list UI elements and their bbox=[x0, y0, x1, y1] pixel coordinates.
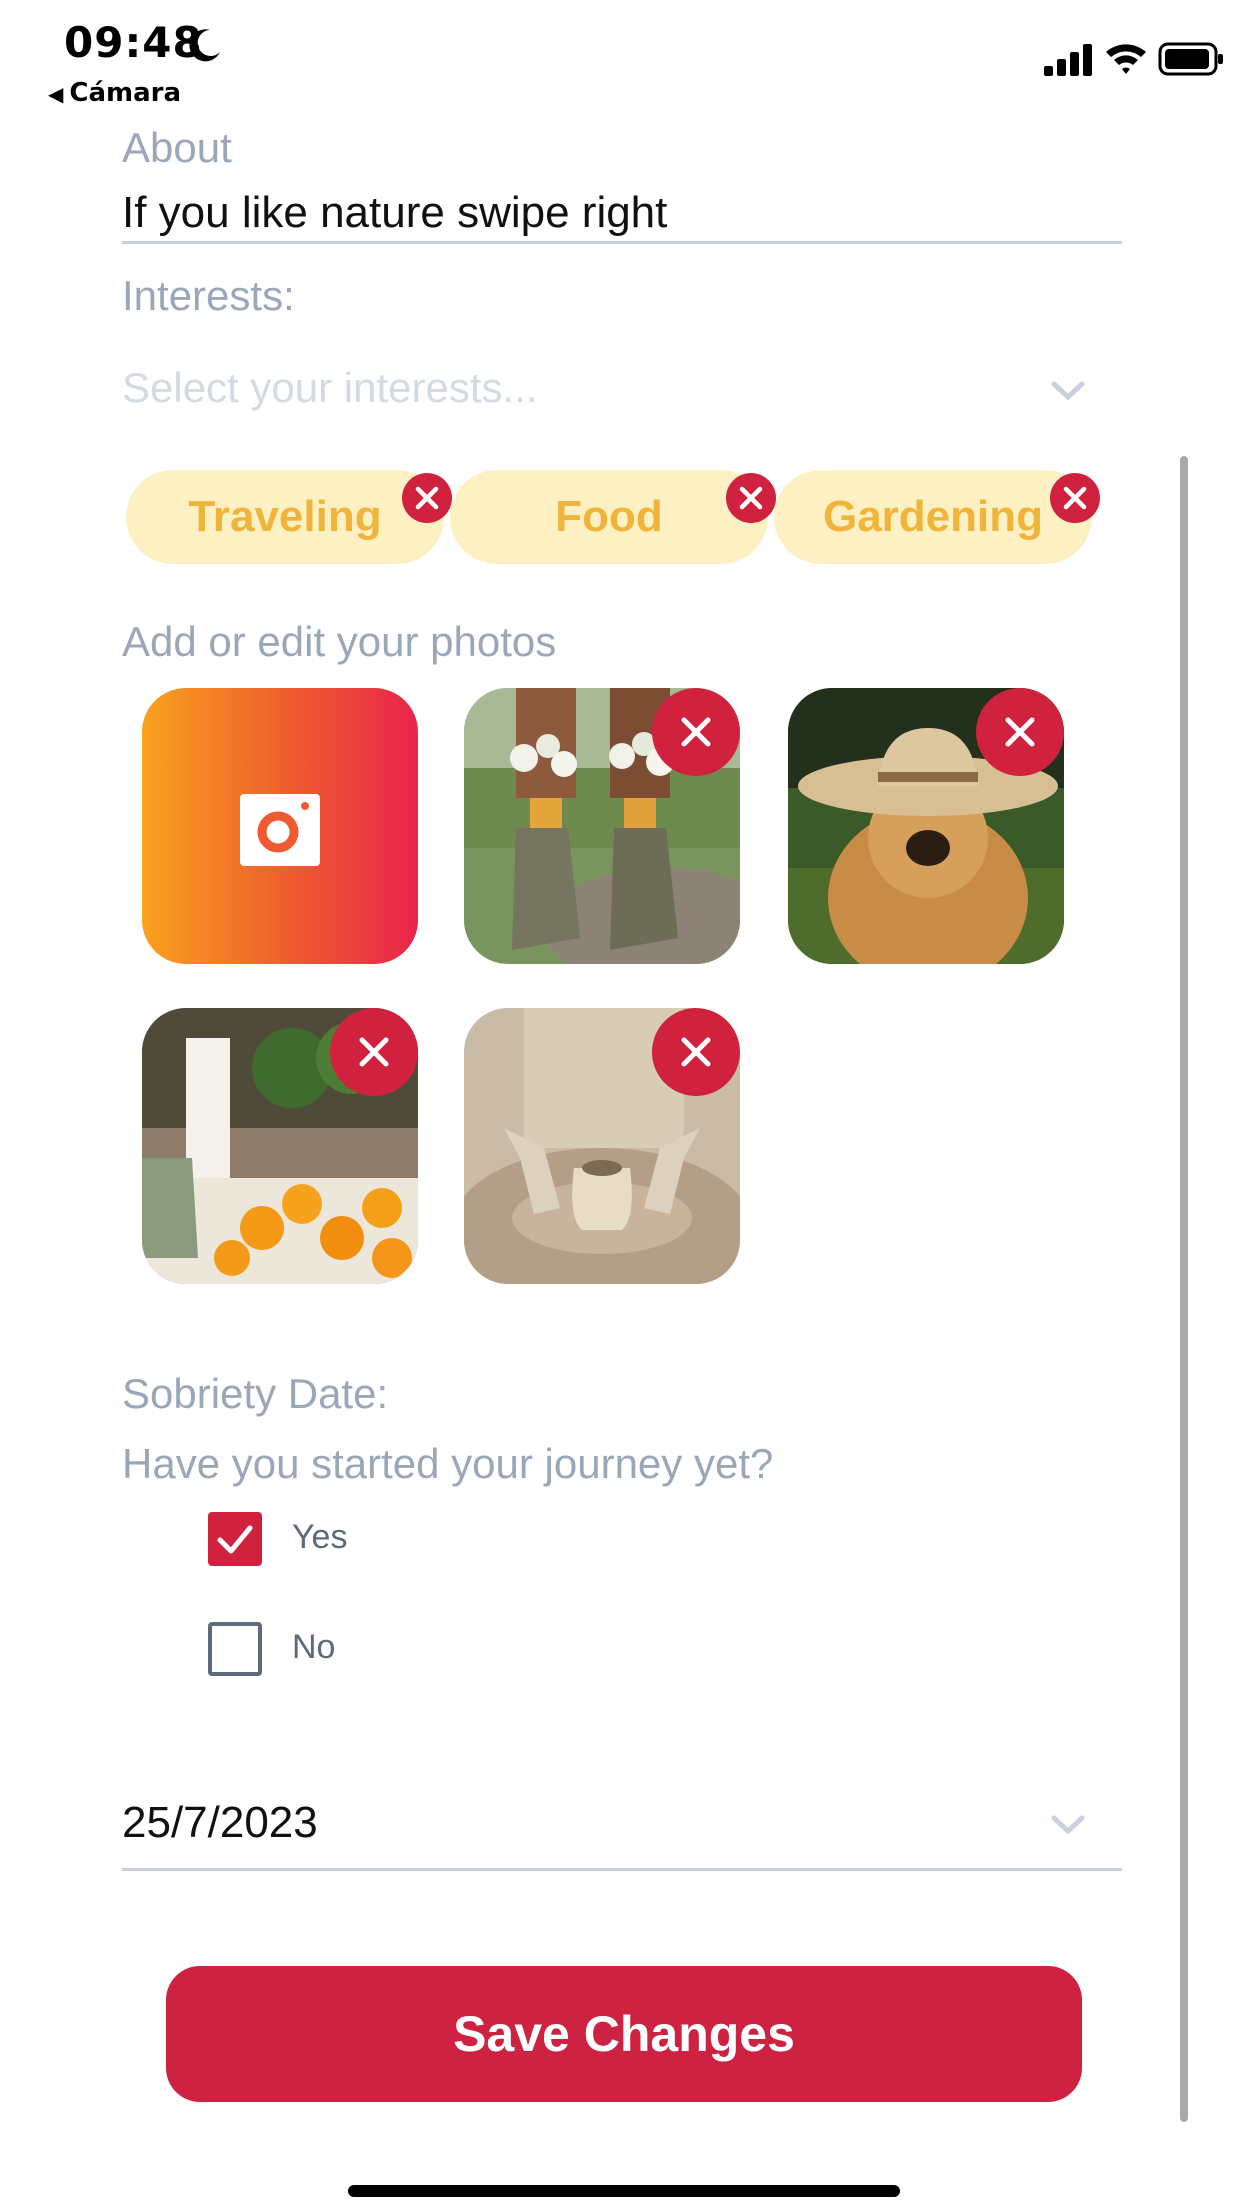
yes-option-label: Yes bbox=[292, 1518, 348, 1556]
interest-chip-label: Traveling bbox=[188, 492, 382, 541]
photo-pottery-wheel[interactable] bbox=[464, 1008, 740, 1284]
interests-placeholder: Select your interests... bbox=[122, 364, 538, 411]
about-label: About bbox=[122, 124, 232, 171]
camera-icon bbox=[240, 794, 320, 866]
remove-photo-icon[interactable] bbox=[330, 1008, 418, 1096]
photo-dog-in-hat[interactable] bbox=[788, 688, 1064, 964]
chevron-down-icon bbox=[1051, 381, 1085, 401]
scrollbar[interactable] bbox=[1180, 456, 1188, 2122]
wifi-icon bbox=[1106, 44, 1146, 74]
photo-flower-boots[interactable] bbox=[464, 688, 740, 964]
battery-icon bbox=[1158, 42, 1223, 76]
back-to-camera-link[interactable]: ◀ Cámara bbox=[48, 78, 181, 108]
interests-select[interactable]: Select your interests... bbox=[122, 364, 1122, 424]
moon-icon bbox=[189, 29, 220, 62]
remove-photo-icon[interactable] bbox=[976, 688, 1064, 776]
sobriety-date-label: Sobriety Date: bbox=[122, 1370, 389, 1417]
add-photo-button[interactable] bbox=[142, 688, 418, 964]
save-changes-button[interactable]: Save Changes bbox=[166, 1966, 1082, 2102]
about-input[interactable]: If you like nature swipe right bbox=[122, 188, 667, 238]
interest-chip-food: Food bbox=[450, 470, 776, 564]
chevron-down-icon bbox=[1051, 1815, 1085, 1835]
remove-chip-icon[interactable] bbox=[1050, 473, 1100, 523]
yes-checkbox[interactable] bbox=[208, 1512, 262, 1566]
interest-chip-label: Gardening bbox=[822, 492, 1044, 541]
remove-photo-icon[interactable] bbox=[652, 688, 740, 776]
back-app-label: Cámara bbox=[69, 78, 182, 108]
journey-question: Have you started your journey yet? bbox=[122, 1440, 774, 1487]
interest-chip-traveling: Traveling bbox=[126, 470, 452, 564]
no-checkbox[interactable] bbox=[208, 1622, 262, 1676]
remove-photo-icon[interactable] bbox=[652, 1008, 740, 1096]
photo-oranges-kitchen[interactable] bbox=[142, 1008, 418, 1284]
back-arrow-icon: ◀ bbox=[48, 82, 64, 106]
remove-chip-icon[interactable] bbox=[402, 473, 452, 523]
no-option-label: No bbox=[292, 1628, 336, 1666]
status-time: 09:48 bbox=[64, 18, 203, 67]
about-underline bbox=[122, 241, 1122, 244]
interest-chip-label: Food bbox=[555, 492, 663, 541]
home-indicator bbox=[348, 2185, 900, 2197]
interest-chip-gardening: Gardening bbox=[774, 470, 1100, 564]
date-underline bbox=[122, 1868, 1122, 1871]
photos-label: Add or edit your photos bbox=[122, 618, 557, 665]
interests-label: Interests: bbox=[122, 272, 295, 319]
checkmark-icon bbox=[217, 1525, 253, 1554]
cellular-signal-icon bbox=[1044, 44, 1092, 76]
sobriety-date-select[interactable]: 25/7/2023 bbox=[122, 1798, 318, 1848]
remove-chip-icon[interactable] bbox=[726, 473, 776, 523]
